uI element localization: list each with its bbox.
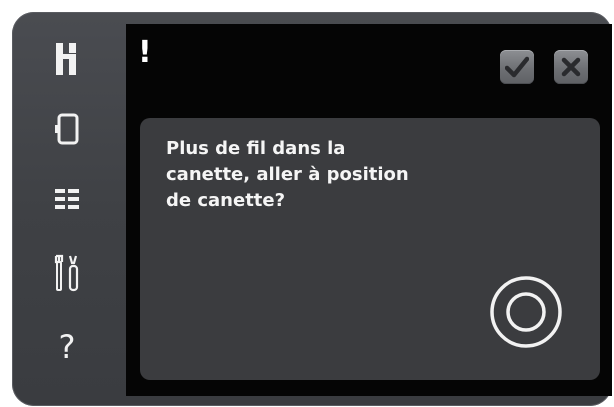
message-text: Plus de fil dans la canette, aller à pos… — [166, 138, 409, 211]
touch-screen: ! Plus de fil dans la canette, aller à p… — [126, 24, 612, 396]
settings-tools-icon[interactable] — [42, 248, 92, 298]
machine-bezel: ? ! Plus de fil dans la canette, aller à… — [12, 12, 612, 406]
screen-icon[interactable] — [42, 104, 92, 154]
presser-foot-icon[interactable] — [42, 34, 92, 84]
bobbin-position-button[interactable] — [488, 274, 564, 350]
sidebar: ? — [12, 12, 124, 406]
help-label: ? — [58, 328, 76, 366]
close-icon — [561, 57, 581, 77]
check-icon — [505, 56, 529, 78]
close-button[interactable] — [554, 50, 588, 84]
confirm-button[interactable] — [500, 50, 534, 84]
message-panel: Plus de fil dans la canette, aller à pos… — [140, 118, 600, 380]
menu-list-icon[interactable] — [42, 174, 92, 224]
alert-icon: ! — [138, 35, 152, 70]
help-icon[interactable]: ? — [42, 322, 92, 372]
bobbin-position-icon — [490, 276, 562, 348]
